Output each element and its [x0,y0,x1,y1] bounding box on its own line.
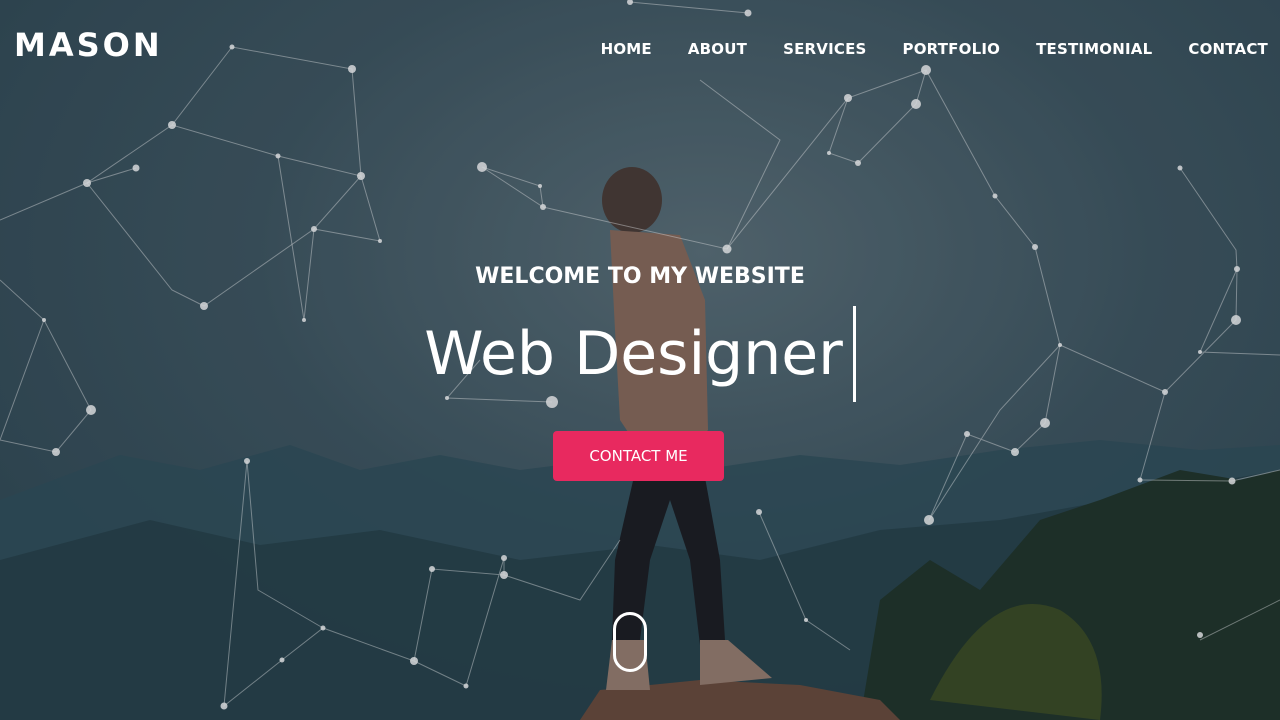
nav-item-about[interactable]: ABOUT [688,40,747,58]
contact-me-button[interactable]: CONTACT ME [553,431,724,481]
nav-item-testimonial[interactable]: TESTIMONIAL [1036,40,1152,58]
nav-item-contact[interactable]: CONTACT [1188,40,1268,58]
site-logo[interactable]: MASON [14,26,163,64]
nav-item-portfolio[interactable]: PORTFOLIO [903,40,1001,58]
mouse-scroll-icon[interactable] [613,612,647,672]
hero-section: MASON HOME ABOUT SERVICES PORTFOLIO TEST… [0,0,1280,720]
hero-title-wrap: Web Designer [0,306,1280,402]
nav-item-services[interactable]: SERVICES [783,40,866,58]
nav-item-home[interactable]: HOME [601,40,652,58]
hero-typed-title: Web Designer [424,306,856,402]
hero-welcome-text: WELCOME TO MY WEBSITE [475,264,805,289]
main-nav: HOME ABOUT SERVICES PORTFOLIO TESTIMONIA… [565,40,1268,58]
